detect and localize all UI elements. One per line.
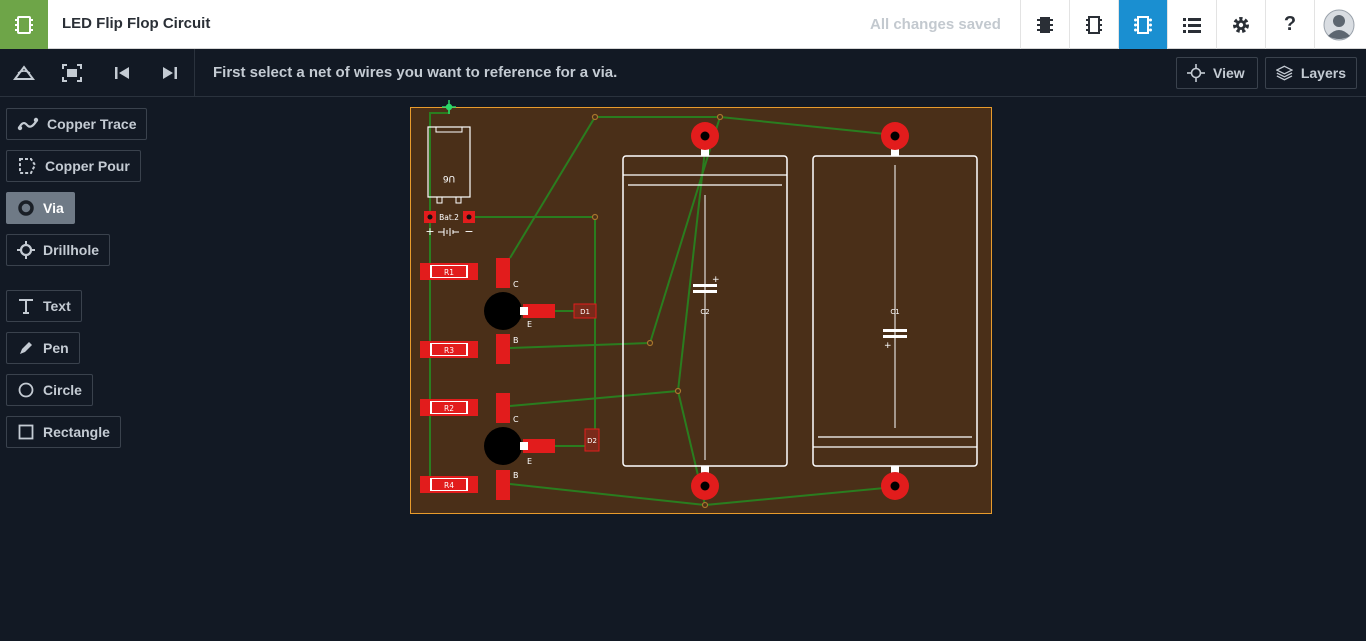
led-d2[interactable]: D2 (584, 428, 600, 452)
resistor-r1[interactable]: R1 (420, 263, 478, 280)
upper-base-label: B (513, 336, 519, 345)
pcb-icon (1134, 15, 1152, 34)
trace-icon (17, 117, 39, 131)
step-back-button[interactable] (98, 49, 146, 97)
resistor-r4[interactable]: R4 (420, 476, 478, 493)
save-status: All changes saved (870, 16, 1001, 33)
tool-copper-pour-label: Copper Pour (45, 158, 130, 174)
components-view-button[interactable] (1020, 0, 1069, 49)
c1-label: C1 (890, 308, 899, 316)
c2-label: C2 (700, 308, 709, 316)
led-d1[interactable]: D1 (573, 303, 597, 319)
r1-label: R1 (444, 268, 454, 277)
tool-via-label: Via (43, 200, 64, 216)
d1-label: D1 (580, 308, 590, 316)
gear-icon (1233, 16, 1249, 33)
layers-icon (1276, 65, 1293, 81)
tool-hint: First select a net of wires you want to … (213, 64, 618, 81)
battery-minus: − (464, 225, 473, 238)
settings-button[interactable] (1216, 0, 1265, 49)
pcb-canvas[interactable]: U6 Bat.2 + − R1 R3 R2 R4 C E B C E B D1 … (0, 97, 1366, 641)
upper-emitter-label: E (527, 320, 532, 329)
drillhole-icon (17, 241, 35, 259)
list-icon (1183, 17, 1201, 33)
upper-collector-label: C (513, 280, 519, 289)
lower-emitter-label: E (527, 457, 532, 466)
tool-copper-pour[interactable]: Copper Pour (6, 150, 141, 182)
help-icon: ? (1283, 13, 1297, 35)
tool-drillhole[interactable]: Drillhole (6, 234, 111, 266)
tool-rectangle[interactable]: Rectangle (6, 416, 121, 448)
project-title[interactable]: LED Flip Flop Circuit (62, 15, 210, 32)
r4-label: R4 (444, 481, 454, 490)
layers-button-label: Layers (1300, 65, 1346, 81)
lower-base-label: B (513, 471, 519, 480)
tool-copper-trace-label: Copper Trace (47, 116, 137, 132)
resistor-r2[interactable]: R2 (420, 399, 478, 416)
step-forward-button[interactable] (146, 49, 194, 97)
c1-plus: + (884, 341, 892, 351)
tool-text[interactable]: Text (6, 290, 82, 322)
view-switcher: ? (1020, 0, 1362, 49)
rotate-view-button[interactable] (0, 49, 48, 97)
user-menu-button[interactable] (1314, 0, 1362, 49)
view-button-label: View (1213, 65, 1245, 81)
r2-label: R2 (444, 404, 454, 413)
pcb-view-button[interactable] (1118, 0, 1167, 49)
text-icon (19, 299, 33, 314)
pcb-toolbar: First select a net of wires you want to … (0, 49, 1366, 97)
circuit-chip-icon (15, 15, 33, 34)
bom-view-button[interactable] (1167, 0, 1216, 49)
components-icon (1037, 16, 1053, 33)
tool-via[interactable]: Via (6, 192, 75, 224)
battery-label: Bat.2 (439, 213, 459, 222)
crosshair-icon (1187, 64, 1205, 82)
skip-back-icon (115, 67, 129, 79)
schematic-view-button[interactable] (1069, 0, 1118, 49)
tool-circle-label: Circle (43, 382, 82, 398)
tool-drillhole-label: Drillhole (43, 242, 100, 258)
help-button[interactable]: ? (1265, 0, 1314, 49)
lower-collector-label: C (513, 415, 519, 424)
r3-label: R3 (444, 346, 454, 355)
tool-rectangle-label: Rectangle (43, 424, 110, 440)
toolbar-divider (194, 49, 195, 97)
pen-icon (20, 342, 32, 354)
u6-label: U6 (443, 173, 456, 183)
pour-icon (19, 158, 37, 174)
app-logo[interactable] (0, 0, 48, 49)
resistor-r3[interactable]: R3 (420, 341, 478, 358)
avatar-icon (1323, 9, 1354, 40)
view-button[interactable]: View (1176, 57, 1258, 89)
tool-pen[interactable]: Pen (6, 332, 80, 364)
skip-forward-icon (163, 67, 177, 79)
fit-to-screen-button[interactable] (48, 49, 96, 97)
battery-plus: + (425, 225, 434, 238)
chip-icon (1086, 15, 1102, 34)
fit-screen-icon (62, 64, 82, 82)
circle-icon (18, 382, 34, 398)
tool-pen-label: Pen (43, 340, 69, 356)
rotate-icon (13, 65, 35, 80)
via-icon (18, 200, 34, 216)
rectangle-icon (18, 424, 34, 440)
pcb-board-svg[interactable]: U6 Bat.2 + − R1 R3 R2 R4 C E B C E B D1 … (0, 97, 1366, 641)
top-bar: LED Flip Flop Circuit All changes saved (0, 0, 1366, 49)
d2-label: D2 (587, 437, 597, 445)
layers-button[interactable]: Layers (1265, 57, 1357, 89)
tool-text-label: Text (43, 298, 71, 314)
c2-plus: + (712, 275, 720, 285)
tool-circle[interactable]: Circle (6, 374, 93, 406)
tool-copper-trace[interactable]: Copper Trace (6, 108, 148, 140)
